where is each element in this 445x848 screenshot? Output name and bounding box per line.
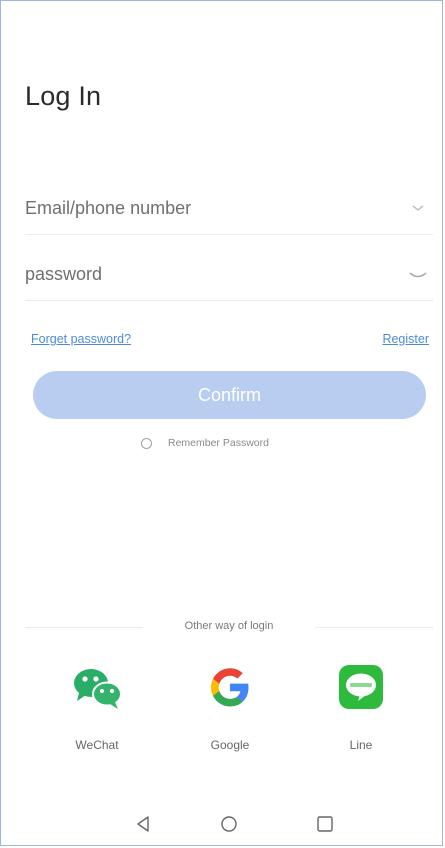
chevron-down-icon[interactable] [407,199,429,217]
system-nav-bar [1,806,442,842]
google-login-button[interactable]: Google [185,659,275,752]
home-circle-icon[interactable] [217,812,241,836]
wechat-login-button[interactable]: WeChat [52,659,142,752]
line-label: Line [349,738,373,752]
google-icon[interactable] [202,659,258,715]
register-link[interactable]: Register [382,332,429,346]
email-input[interactable] [25,191,385,225]
forgot-password-link[interactable]: Forget password? [31,332,131,346]
password-input[interactable] [25,257,385,291]
login-screen: Log In Forget password? Register Confirm… [0,0,443,846]
eye-closed-icon[interactable] [407,265,429,283]
other-login-title: Other way of login [184,620,274,632]
remember-password[interactable]: Remember Password [141,434,269,452]
wechat-icon[interactable] [69,659,125,715]
auth-links: Forget password? Register [31,332,429,352]
password-field[interactable] [25,249,433,301]
remember-radio-icon[interactable] [141,437,152,449]
recent-square-icon[interactable] [313,812,337,836]
page-title: Log In [25,81,102,111]
google-label: Google [210,738,250,752]
confirm-button[interactable]: Confirm [33,371,426,419]
line-login-button[interactable]: Line [316,659,406,752]
back-triangle-icon[interactable] [131,812,155,836]
line-icon[interactable] [333,659,389,715]
wechat-label: WeChat [75,738,119,752]
remember-label: Remember Password [168,437,269,449]
other-login-divider: Other way of login [25,618,433,638]
email-field[interactable] [25,183,433,235]
divider-line-right [315,627,433,628]
